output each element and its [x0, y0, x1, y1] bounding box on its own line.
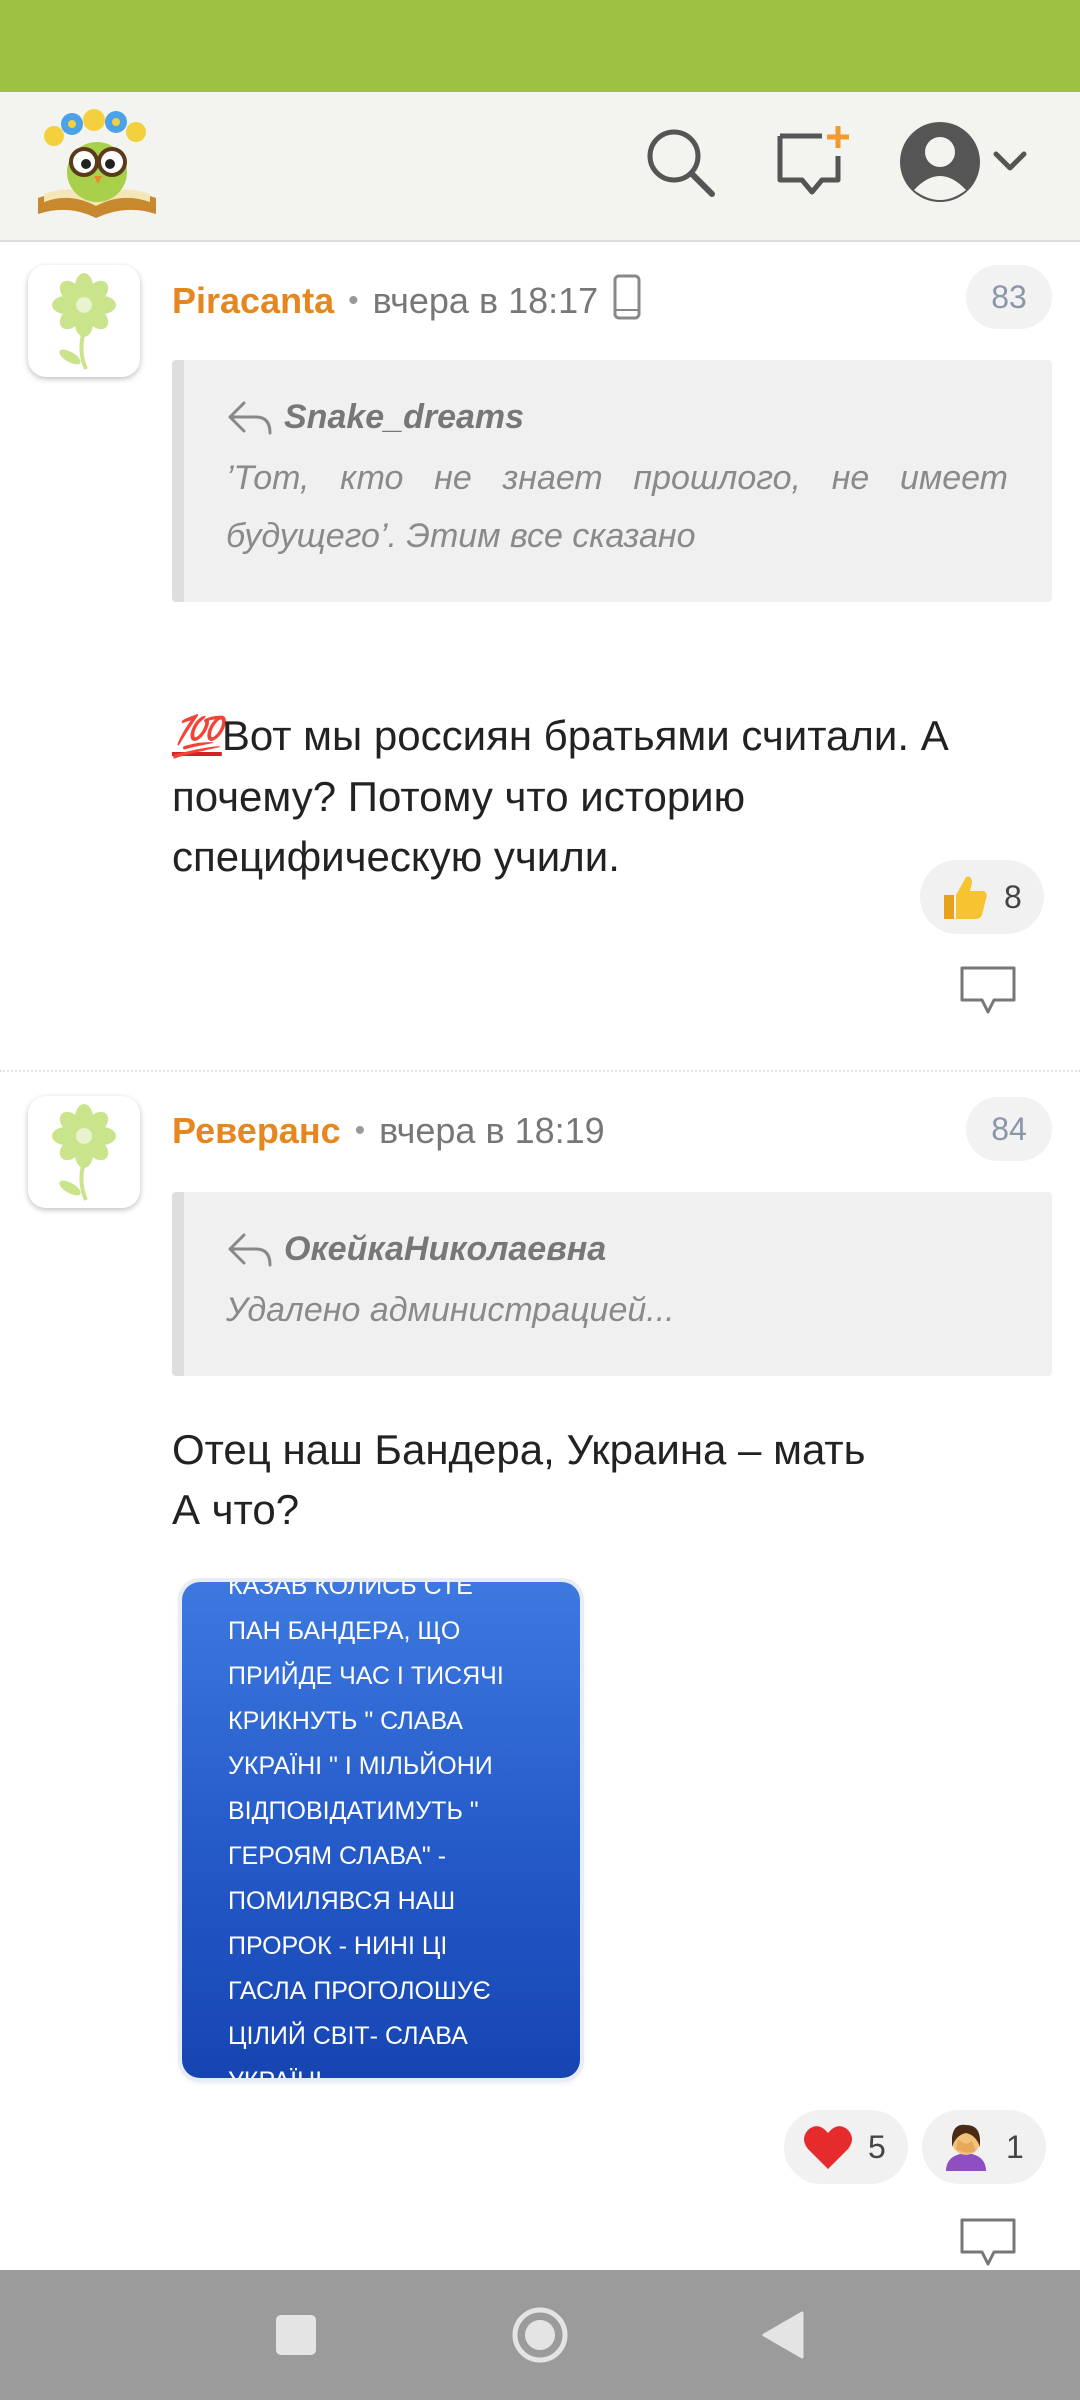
- separator-dot: •: [348, 284, 359, 317]
- reply-arrow-icon: [228, 1233, 272, 1266]
- comment-body: Отец наш Бандера, Украина – мать А что?: [172, 1426, 866, 1533]
- comment-time: вчера в 18:19: [379, 1110, 605, 1151]
- account-menu[interactable]: [896, 114, 1046, 214]
- home-button[interactable]: [510, 2305, 570, 2365]
- comment-bubble-icon: [960, 966, 1016, 1014]
- comment-bubble-icon: [960, 2218, 1016, 2266]
- avatar[interactable]: [28, 1096, 140, 1208]
- comment-time: вчера в 18:17: [372, 280, 599, 321]
- new-message-icon: [777, 126, 849, 195]
- quote-block: ОкейкаНиколаевна Удалено администрацией.…: [172, 1192, 1052, 1376]
- quote-text: Удалено администрацией...: [226, 1291, 675, 1329]
- home-icon: [512, 2307, 568, 2363]
- facepalm-icon: [940, 2121, 992, 2173]
- quote-block: Snake_dreams ’Тот, кто не знает прошлого…: [172, 360, 1052, 602]
- reply-button[interactable]: [958, 964, 1018, 1018]
- quote-text: ’Тот, кто не знает прошлого, не имеет бу…: [226, 459, 1008, 555]
- hundred-points-emoji: 💯: [172, 715, 222, 759]
- back-button[interactable]: [754, 2305, 814, 2365]
- reaction-count: 8: [1004, 878, 1022, 915]
- comment-author[interactable]: Реверанс: [172, 1110, 341, 1152]
- avatar[interactable]: [28, 265, 140, 377]
- search-icon: [647, 129, 715, 197]
- separator-dot: •: [354, 1114, 366, 1147]
- app-header: [0, 92, 1080, 242]
- quote-author[interactable]: Snake_dreams: [284, 398, 524, 437]
- recent-apps-button[interactable]: [266, 2305, 326, 2365]
- quote-header: Snake_dreams: [226, 398, 1008, 437]
- quote-header: ОкейкаНиколаевна: [226, 1230, 1008, 1269]
- recent-apps-icon: [276, 2315, 316, 2355]
- comment-body: Вот мы россиян братьями считали. А почем…: [172, 712, 949, 880]
- reaction-count: 1: [1006, 2128, 1024, 2165]
- reaction-facepalm[interactable]: 1: [922, 2110, 1046, 2184]
- comment-author[interactable]: Piracanta: [172, 280, 334, 322]
- reaction-heart[interactable]: 5: [784, 2110, 908, 2184]
- comment-text: 💯Вот мы россиян братьями считали. А поче…: [172, 646, 1032, 887]
- reply-arrow-icon: [228, 401, 272, 434]
- mobile-phone-icon: [612, 274, 642, 329]
- new-message-button[interactable]: [772, 122, 852, 202]
- flower-avatar-icon: [52, 273, 116, 370]
- account-icon: [900, 122, 980, 202]
- comment-meta: Реверанс • вчера в 18:19: [172, 1106, 605, 1156]
- reaction-count: 5: [868, 2128, 886, 2165]
- chevron-down-icon: [993, 151, 1027, 171]
- thumbs-up-icon: [938, 871, 990, 923]
- status-bar: [0, 0, 1080, 92]
- quote-author[interactable]: ОкейкаНиколаевна: [284, 1230, 606, 1269]
- flower-avatar-icon: [52, 1104, 116, 1201]
- image-text: КАЗАВ КОЛИСЬ СТЕ ПАН БАНДЕРА, ЩО ПРИЙДЕ …: [228, 1582, 504, 2078]
- reaction-like[interactable]: 8: [920, 860, 1044, 934]
- attached-image[interactable]: КАЗАВ КОЛИСЬ СТЕ ПАН БАНДЕРА, ЩО ПРИЙДЕ …: [182, 1582, 580, 2078]
- heart-icon: [802, 2123, 854, 2171]
- search-button[interactable]: [640, 122, 720, 202]
- site-logo[interactable]: [32, 106, 162, 224]
- back-icon: [762, 2311, 804, 2359]
- comment-number-badge[interactable]: 84: [966, 1097, 1052, 1161]
- reply-button[interactable]: [958, 2216, 1018, 2270]
- system-navigation-bar: [0, 2270, 1080, 2400]
- comment-divider: [0, 1070, 1080, 1072]
- comment-number-badge[interactable]: 83: [966, 265, 1052, 329]
- comment-meta: Piracanta • вчера в 18:17: [172, 274, 642, 329]
